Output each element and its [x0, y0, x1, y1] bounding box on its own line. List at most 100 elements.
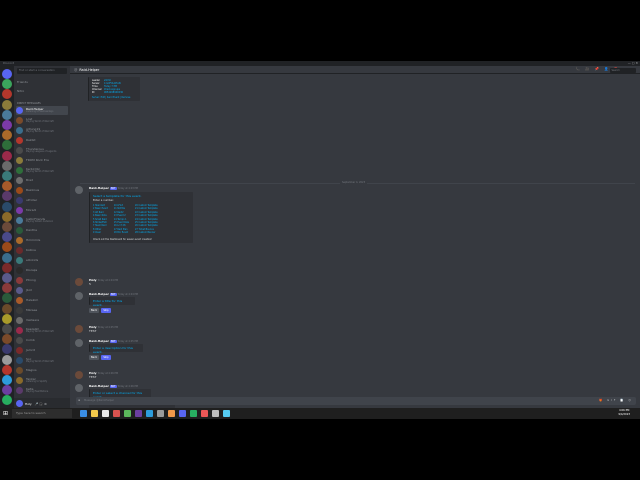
dm-item[interactable]: Dantha [16, 226, 68, 235]
server-icon[interactable] [2, 79, 12, 90]
taskbar-app-icon[interactable] [91, 410, 98, 417]
template-option[interactable]: 28 Custom Banner [135, 231, 158, 234]
server-icon[interactable] [2, 344, 12, 355]
dm-item[interactable]: Valdaara [16, 316, 68, 325]
server-icon[interactable] [2, 140, 12, 151]
server-icon[interactable] [2, 69, 12, 79]
dm-item[interactable]: Rakbit [16, 136, 68, 145]
message-composer[interactable]: ⊕ Message @Raid-Helper 🎁 GIF 📄 😊 [76, 397, 636, 405]
server-icon[interactable] [2, 395, 12, 406]
server-icon[interactable] [2, 252, 12, 263]
dm-item[interactable]: Moradi [16, 206, 68, 215]
dm-item[interactable]: Brad [16, 176, 68, 185]
server-icon[interactable] [2, 99, 12, 110]
server-icon[interactable] [2, 313, 12, 324]
taskbar-app-icon[interactable] [190, 410, 197, 417]
dm-item[interactable]: gitlung19 Playing World of Warcraft [16, 126, 68, 135]
sidebar-item-friends[interactable]: Friends [17, 78, 67, 86]
skip-button[interactable]: Skip [101, 308, 111, 313]
server-icon[interactable] [2, 334, 12, 345]
dm-item[interactable]: Raid-Helper Listening to Wednesdays [16, 106, 68, 115]
add-attachment-icon[interactable]: ⊕ [78, 397, 80, 405]
taskbar-app-icon[interactable] [146, 410, 153, 417]
skip-button[interactable]: Skip [101, 355, 111, 360]
dm-item[interactable]: Magios [16, 366, 68, 375]
server-icon[interactable] [2, 375, 12, 385]
taskbar-app-icon[interactable] [168, 410, 175, 417]
author-name[interactable]: Raid-Helper [89, 292, 109, 296]
server-icon[interactable] [2, 242, 12, 253]
server-icon[interactable] [2, 109, 12, 120]
server-icon[interactable] [2, 354, 12, 365]
back-button[interactable]: Back [89, 308, 99, 313]
server-icon[interactable] [2, 130, 12, 141]
server-icon[interactable] [2, 211, 12, 222]
taskbar-app-icon[interactable] [223, 410, 230, 417]
dm-item[interactable]: Lost Playing World of Warcraft [16, 116, 68, 125]
windows-start-icon[interactable]: ⊞ [3, 410, 8, 417]
author-name[interactable]: Raid-Helper [89, 339, 109, 343]
server-icon[interactable] [2, 160, 12, 171]
dm-item[interactable]: Mzzaee [16, 306, 68, 315]
taskbar-app-icon[interactable] [102, 410, 109, 417]
user-controls-icons[interactable]: 🎤 🎧 ⚙ [35, 402, 47, 406]
author-name[interactable]: Raid-Helper [89, 384, 109, 388]
clock[interactable]: 4:06 PM 9/4/2023 [618, 409, 630, 417]
dm-item[interactable]: Kollina [16, 246, 68, 255]
search-input[interactable]: Search [610, 67, 636, 73]
dm-item[interactable]: Kaszalim Playing World of Warcraft [16, 326, 68, 335]
taskbar-app-icon[interactable] [157, 410, 164, 417]
composer-icons[interactable]: 🎁 GIF 📄 😊 [599, 397, 633, 405]
dm-item[interactable]: Hmmmils [16, 236, 68, 245]
server-icon[interactable] [2, 171, 12, 181]
server-icon[interactable] [2, 150, 12, 161]
dm-item[interactable]: Halekim [16, 296, 68, 305]
dm-item[interactable]: Jamrit [16, 346, 68, 355]
server-icon[interactable] [2, 181, 12, 192]
dm-item[interactable]: Jbot [16, 286, 68, 295]
dm-item[interactable]: JustinFriends Playing Wiliam Anderson [16, 216, 68, 225]
server-icon[interactable] [2, 293, 12, 304]
back-button[interactable]: Back [89, 355, 99, 360]
server-icon[interactable] [2, 303, 12, 314]
taskbar-app-icon[interactable] [80, 410, 87, 417]
dm-item[interactable]: eOnkids [16, 256, 68, 265]
taskbar-app-icon[interactable] [124, 410, 131, 417]
dm-item[interactable]: Bazzinus [16, 186, 68, 195]
server-icon[interactable] [2, 201, 12, 212]
dm-item[interactable]: FROM Rock Era [16, 156, 68, 165]
dm-item[interactable]: Thunderous Playing Leagues of Legends [16, 146, 68, 155]
dm-item[interactable]: Comb [16, 336, 68, 345]
server-icon[interactable] [2, 364, 12, 375]
server-icon[interactable] [2, 273, 12, 283]
server-icon[interactable] [2, 262, 12, 273]
server-icon[interactable] [2, 120, 12, 130]
dm-item[interactable]: uProtec [16, 196, 68, 205]
dm-item[interactable]: Kerbil Nic Playing World of Warcraft [16, 166, 68, 175]
dm-item[interactable]: Tankar Listening to Spotify [16, 376, 68, 385]
dm-item[interactable]: Kelta Playing Hearthstone [16, 386, 68, 395]
server-icon[interactable] [2, 385, 12, 396]
taskbar-app-icon[interactable] [201, 410, 208, 417]
author-name[interactable]: Raid-Helper [89, 186, 109, 190]
taskbar-app-icon[interactable] [212, 410, 219, 417]
server-icon[interactable] [2, 191, 12, 202]
server-icon[interactable] [2, 222, 12, 232]
sidebar-item-nitro[interactable]: Nitro [17, 87, 67, 95]
template-option[interactable]: 9 Clear [93, 231, 108, 234]
server-icon[interactable] [2, 232, 12, 243]
taskbar-app-icon[interactable] [179, 410, 186, 417]
dm-item[interactable]: Disraps [16, 266, 68, 275]
embed-footer[interactable]: Server: Edit | Send Event | Remove [92, 96, 137, 99]
template-option[interactable]: 18 Bnr Event [114, 231, 129, 234]
avatar[interactable] [16, 400, 23, 407]
taskbar-search-input[interactable]: Type here to search [12, 409, 72, 418]
taskbar-app-icon[interactable] [135, 410, 142, 417]
taskbar-app-icon[interactable] [113, 410, 120, 417]
dm-item[interactable]: Ptrong [16, 276, 68, 285]
dm-item[interactable]: Soc Playing World of Warcraft [16, 356, 68, 365]
server-icon[interactable] [2, 283, 12, 294]
server-icon[interactable] [2, 324, 12, 334]
server-icon[interactable] [2, 89, 12, 100]
find-conversation-input[interactable]: Find or start a conversation [17, 68, 67, 74]
